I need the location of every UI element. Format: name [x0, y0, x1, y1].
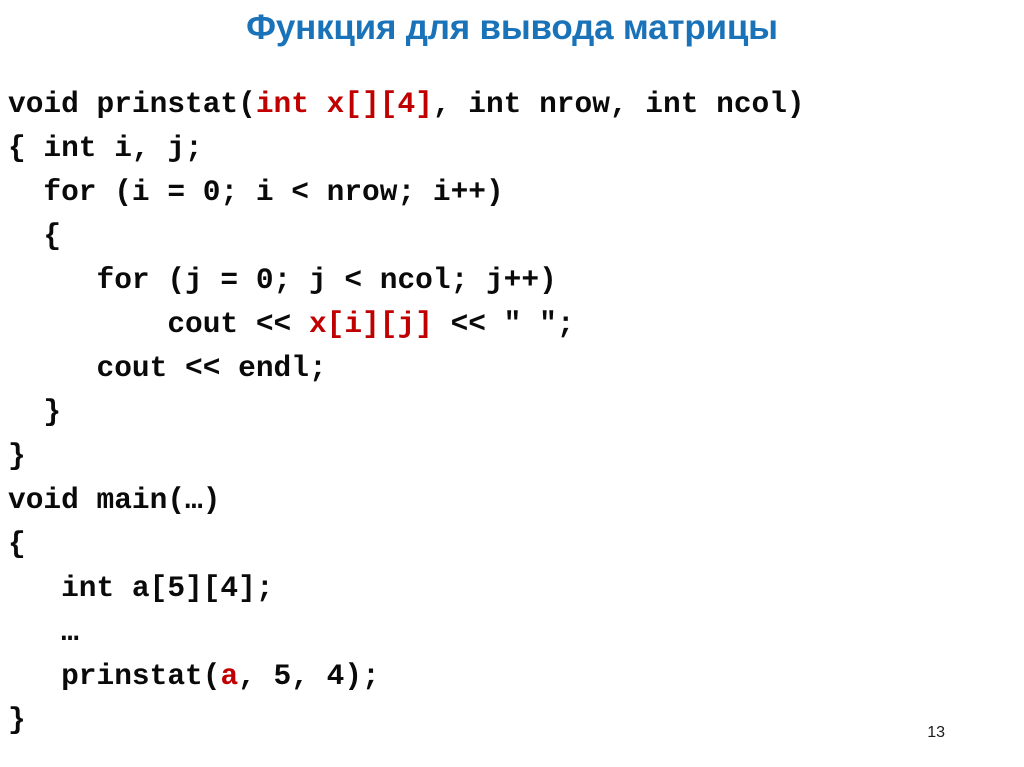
code-highlight: a [220, 659, 239, 693]
code-text: for (i = 0; i < nrow; i++) [8, 175, 504, 209]
code-highlight: int x[][4] [255, 87, 433, 121]
code-text: void main(…) [8, 483, 221, 517]
code-text: << " "; [432, 307, 575, 341]
code-text: cout << [8, 307, 309, 341]
code-text: prinstat( [8, 659, 221, 693]
slide: Функция для вывода матрицы void prinstat… [0, 0, 1024, 767]
code-line: cout << endl; [8, 346, 1018, 390]
code-text: void prinstat( [8, 87, 256, 121]
code-text: } [8, 703, 26, 737]
code-line: void main(…) [8, 478, 1018, 522]
code-line: int a[5][4]; [8, 566, 1018, 610]
code-line: } [8, 698, 1018, 742]
code-line: cout << x[i][j] << " "; [8, 302, 1018, 346]
code-text: for (j = 0; j < ncol; j++) [8, 263, 557, 297]
page-title: Функция для вывода матрицы [246, 8, 778, 47]
code-line: for (i = 0; i < nrow; i++) [8, 170, 1018, 214]
code-line: { [8, 522, 1018, 566]
code-text: , 5, 4); [238, 659, 380, 693]
code-text: , int nrow, int ncol) [432, 87, 805, 121]
code-text: } [8, 395, 62, 429]
code-line: { int i, j; [8, 126, 1018, 170]
code-text: { [8, 219, 62, 253]
code-line: … [8, 610, 1018, 654]
code-line: prinstat(a, 5, 4); [8, 654, 1018, 698]
code-line: void prinstat(int x[][4], int nrow, int … [8, 82, 1018, 126]
code-line: } [8, 434, 1018, 478]
slide-number: 13 [927, 724, 945, 741]
code-text: } [8, 439, 26, 473]
code-text: int a[5][4]; [8, 571, 274, 605]
code-text: … [8, 615, 79, 649]
code-text: cout << endl; [8, 351, 327, 385]
code-text: { [8, 527, 26, 561]
code-block: void prinstat(int x[][4], int nrow, int … [8, 82, 1018, 742]
code-line: } [8, 390, 1018, 434]
code-line: { [8, 214, 1018, 258]
code-text: { int i, j; [8, 131, 203, 165]
code-line: for (j = 0; j < ncol; j++) [8, 258, 1018, 302]
code-highlight: x[i][j] [308, 307, 433, 341]
